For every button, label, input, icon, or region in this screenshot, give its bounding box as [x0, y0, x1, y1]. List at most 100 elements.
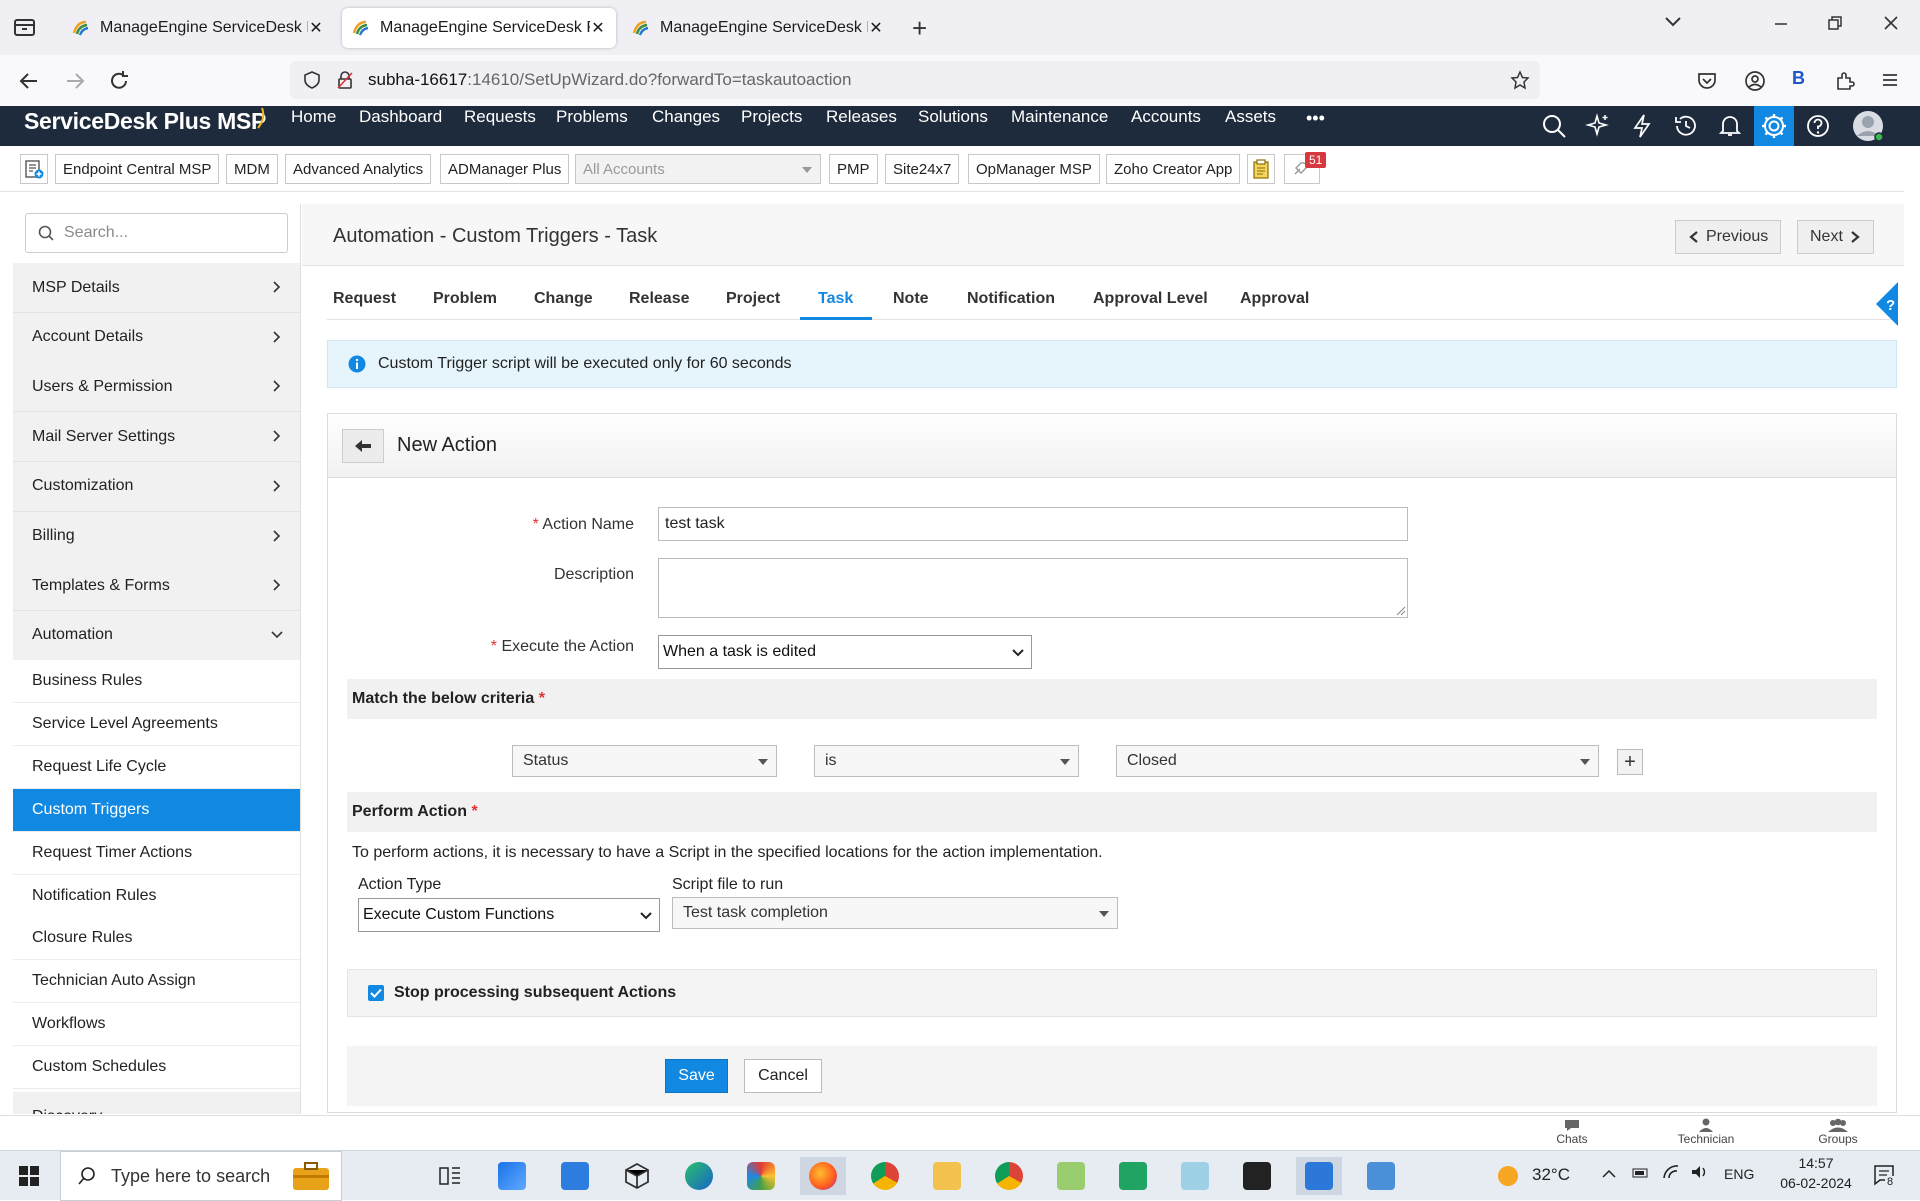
address-bar[interactable]: subha-16617:14610/SetUpWizard.do?forward… — [290, 61, 1540, 99]
restore-icon[interactable] — [1826, 14, 1844, 32]
search-icon[interactable] — [1534, 106, 1574, 146]
language-indicator[interactable]: ENG — [1724, 1166, 1754, 1182]
sidebar-section-account-details[interactable]: Account Details — [13, 312, 300, 363]
groups-button[interactable]: Groups — [1808, 1118, 1868, 1146]
account-icon[interactable] — [1744, 70, 1766, 92]
notifications-bell-icon[interactable] — [1710, 106, 1750, 146]
settings-gear-icon[interactable] — [1754, 106, 1794, 146]
task-view-icon[interactable] — [427, 1157, 473, 1195]
tab-overview-icon[interactable] — [12, 16, 38, 38]
close-tab-icon[interactable]: ✕ — [868, 18, 884, 38]
tab-approval[interactable]: Approval — [1240, 290, 1309, 308]
history-icon[interactable] — [1666, 106, 1706, 146]
resize-handle-icon[interactable] — [1396, 606, 1406, 616]
add-criteria-button[interactable]: + — [1617, 749, 1643, 775]
sidebar-search-input[interactable]: Search... — [25, 213, 288, 253]
back-icon[interactable] — [18, 70, 40, 92]
photos-app-icon[interactable] — [738, 1157, 784, 1195]
tab-task[interactable]: Task — [818, 290, 853, 308]
cube-app-icon[interactable] — [614, 1157, 660, 1195]
account-select[interactable]: All Accounts — [575, 154, 821, 184]
tab-change[interactable]: Change — [534, 290, 593, 308]
nav-solutions[interactable]: Solutions — [918, 106, 988, 146]
criteria-value-select[interactable]: Closed — [1116, 745, 1599, 777]
description-textarea[interactable] — [658, 558, 1408, 618]
nav-home[interactable]: Home — [291, 106, 336, 146]
sidebar-section-templates-forms[interactable]: Templates & Forms — [13, 561, 300, 612]
chrome-app-icon[interactable] — [986, 1157, 1032, 1195]
sidebar-item-business-rules[interactable]: Business Rules — [13, 660, 300, 703]
admanager-button[interactable]: ADManager Plus — [440, 154, 570, 184]
pmp-button[interactable]: PMP — [829, 154, 878, 184]
back-arrow-button[interactable] — [342, 429, 384, 463]
nav-projects[interactable]: Projects — [741, 106, 802, 146]
menu-hamburger-icon[interactable] — [1880, 70, 1900, 90]
minimize-icon[interactable] — [1772, 14, 1790, 32]
action-name-input[interactable]: test task — [658, 507, 1408, 541]
sheets-app-icon[interactable] — [1110, 1157, 1156, 1195]
stop-processing-checkbox[interactable] — [368, 985, 384, 1001]
extensions-puzzle-icon[interactable] — [1834, 70, 1856, 92]
close-window-icon[interactable] — [1882, 14, 1900, 32]
sidebar-section-users-permission[interactable]: Users & Permission — [13, 362, 300, 413]
tab-release[interactable]: Release — [629, 290, 690, 308]
clock[interactable]: 14:57 06-02-2024 — [1776, 1155, 1856, 1191]
script-file-select[interactable]: Test task completion — [672, 897, 1118, 929]
new-tab-icon[interactable]: + — [912, 13, 927, 44]
action-center-icon[interactable]: 8 — [1872, 1163, 1896, 1189]
file-explorer-app-icon[interactable] — [924, 1157, 970, 1195]
editor-app-icon[interactable] — [1172, 1157, 1218, 1195]
new-request-icon[interactable] — [20, 154, 48, 184]
nav-dashboard[interactable]: Dashboard — [359, 106, 442, 146]
zoho-creator-button[interactable]: Zoho Creator App — [1106, 154, 1241, 184]
previous-button[interactable]: Previous — [1675, 220, 1782, 254]
clipboard-icon[interactable] — [1247, 154, 1275, 184]
save-button[interactable]: Save — [665, 1059, 728, 1093]
lightning-icon[interactable] — [1622, 106, 1662, 146]
tab-problem[interactable]: Problem — [433, 290, 497, 308]
extension-b-icon[interactable]: B — [1792, 68, 1805, 89]
tab-project[interactable]: Project — [726, 290, 780, 308]
sidebar-section-customization[interactable]: Customization — [13, 461, 300, 512]
reload-icon[interactable] — [108, 70, 130, 92]
nav-assets[interactable]: Assets — [1225, 106, 1276, 146]
volume-icon[interactable] — [1690, 1164, 1710, 1180]
user-avatar[interactable] — [1848, 106, 1888, 146]
list-tabs-chevron-icon[interactable] — [1664, 16, 1682, 28]
shield-icon[interactable] — [302, 70, 322, 90]
sidebar-item-notification-rules[interactable]: Notification Rules — [13, 874, 300, 918]
endpoint-central-button[interactable]: Endpoint Central MSP — [55, 154, 220, 184]
nav-problems[interactable]: Problems — [556, 106, 628, 146]
tab-note[interactable]: Note — [893, 290, 929, 308]
battery-icon[interactable] — [1632, 1167, 1650, 1179]
notepad-app-icon[interactable] — [1048, 1157, 1094, 1195]
site24x7-button[interactable]: Site24x7 — [885, 154, 960, 184]
nav-releases[interactable]: Releases — [826, 106, 897, 146]
cancel-button[interactable]: Cancel — [744, 1059, 822, 1093]
advanced-analytics-button[interactable]: Advanced Analytics — [285, 154, 432, 184]
sidebar-item-technician-auto-assign[interactable]: Technician Auto Assign — [13, 960, 300, 1004]
opmanager-button[interactable]: OpManager MSP — [968, 154, 1100, 184]
terminal-app-icon[interactable] — [1234, 1157, 1280, 1195]
criteria-field-select[interactable]: Status — [512, 745, 777, 777]
sidebar-section-discovery[interactable]: Discovery — [13, 1092, 300, 1114]
edge-app-icon[interactable] — [676, 1157, 722, 1195]
tab-request[interactable]: Request — [333, 290, 396, 308]
nav-maintenance[interactable]: Maintenance — [1011, 106, 1108, 146]
nav-more-icon[interactable]: ••• — [1306, 107, 1325, 147]
nav-accounts[interactable]: Accounts — [1131, 106, 1201, 146]
action-type-select[interactable]: Execute Custom Functions — [358, 898, 660, 932]
browser-tab-3[interactable]: ManageEngine ServiceDesk Plu ✕ — [622, 8, 894, 48]
tab-approval-level[interactable]: Approval Level — [1093, 290, 1208, 308]
forward-icon[interactable] — [64, 70, 86, 92]
sidebar-item-service-level-agreements[interactable]: Service Level Agreements — [13, 702, 300, 746]
sidebar-item-request-life-cycle[interactable]: Request Life Cycle — [13, 745, 300, 789]
next-button[interactable]: Next — [1797, 220, 1874, 254]
tab-notification[interactable]: Notification — [967, 290, 1055, 308]
sidebar-section-automation[interactable]: Automation — [13, 610, 300, 661]
chats-button[interactable]: Chats — [1542, 1118, 1602, 1146]
sidebar-item-workflows[interactable]: Workflows — [13, 1003, 300, 1047]
mdm-button[interactable]: MDM — [226, 154, 278, 184]
help-icon[interactable] — [1798, 106, 1838, 146]
taskbar-search-box[interactable]: Type here to search — [60, 1151, 342, 1201]
